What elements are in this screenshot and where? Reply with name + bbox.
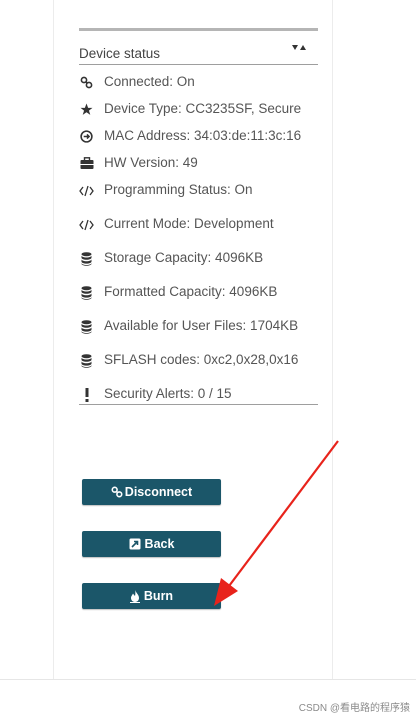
status-item-label: Security Alerts: 0 / 15 (104, 386, 232, 401)
disconnect-button[interactable]: Disconnect (82, 479, 221, 505)
status-item-label: Storage Capacity: 4096KB (104, 250, 264, 265)
status-list-bottom-rule (79, 404, 318, 405)
status-item-formatted-capacity: Formatted Capacity: 4096KB (79, 283, 318, 303)
status-item-sflash-codes: SFLASH codes: 0xc2,0x28,0x16 (79, 351, 318, 371)
code-icon (79, 183, 94, 198)
status-item-label: Available for User Files: 1704KB (104, 318, 299, 333)
status-item-storage-capacity: Storage Capacity: 4096KB (79, 249, 318, 269)
fire-icon (129, 589, 140, 603)
status-item-label: MAC Address: 34:03:de:11:3c:16 (104, 128, 302, 143)
status-item-label: Device Type: CC3235SF, Secure (104, 101, 302, 116)
exclamation-icon (79, 387, 94, 402)
status-item-device-type: Device Type: CC3235SF, Secure (79, 100, 318, 120)
status-item-mac-address: MAC Address: 34:03:de:11:3c:16 (79, 127, 318, 147)
status-item-hw-version: HW Version: 49 (79, 154, 318, 174)
status-item-available-user-files: Available for User Files: 1704KB (79, 317, 318, 337)
status-item-programming-status: Programming Status: On (79, 181, 318, 201)
star-icon (79, 102, 94, 117)
database-icon (79, 319, 94, 334)
briefcase-icon (79, 156, 94, 171)
burn-button-label: Burn (143, 589, 174, 603)
device-status-section: Device status (79, 28, 318, 65)
status-item-label: Programming Status: On (104, 182, 253, 197)
status-item-label: Connected: On (104, 74, 195, 89)
bottom-divider (0, 679, 416, 680)
database-icon (79, 353, 94, 368)
database-icon (79, 285, 94, 300)
watermark: CSDN @看电路的程序猿 (298, 703, 410, 714)
link-icon (111, 486, 123, 498)
external-link-icon (129, 538, 141, 550)
link-icon (79, 75, 94, 90)
code-icon (79, 217, 94, 232)
sort-toggle-icon[interactable] (292, 43, 308, 53)
device-status-header[interactable]: Device status (79, 31, 318, 65)
database-icon (79, 251, 94, 266)
back-button-label: Back (144, 537, 175, 551)
disconnect-button-label: Disconnect (124, 485, 193, 499)
burn-button[interactable]: Burn (82, 583, 221, 609)
back-button[interactable]: Back (82, 531, 221, 557)
device-status-title: Device status (79, 46, 161, 61)
status-item-label: HW Version: 49 (104, 155, 198, 170)
status-item-security-alerts: Security Alerts: 0 / 15 (79, 385, 318, 405)
status-item-connected: Connected: On (79, 73, 318, 93)
status-item-current-mode: Current Mode: Development (79, 215, 318, 235)
status-item-label: Formatted Capacity: 4096KB (104, 284, 278, 299)
status-item-label: Current Mode: Development (104, 216, 274, 231)
status-item-label: SFLASH codes: 0xc2,0x28,0x16 (104, 352, 299, 367)
arrow-circle-icon (79, 129, 94, 144)
